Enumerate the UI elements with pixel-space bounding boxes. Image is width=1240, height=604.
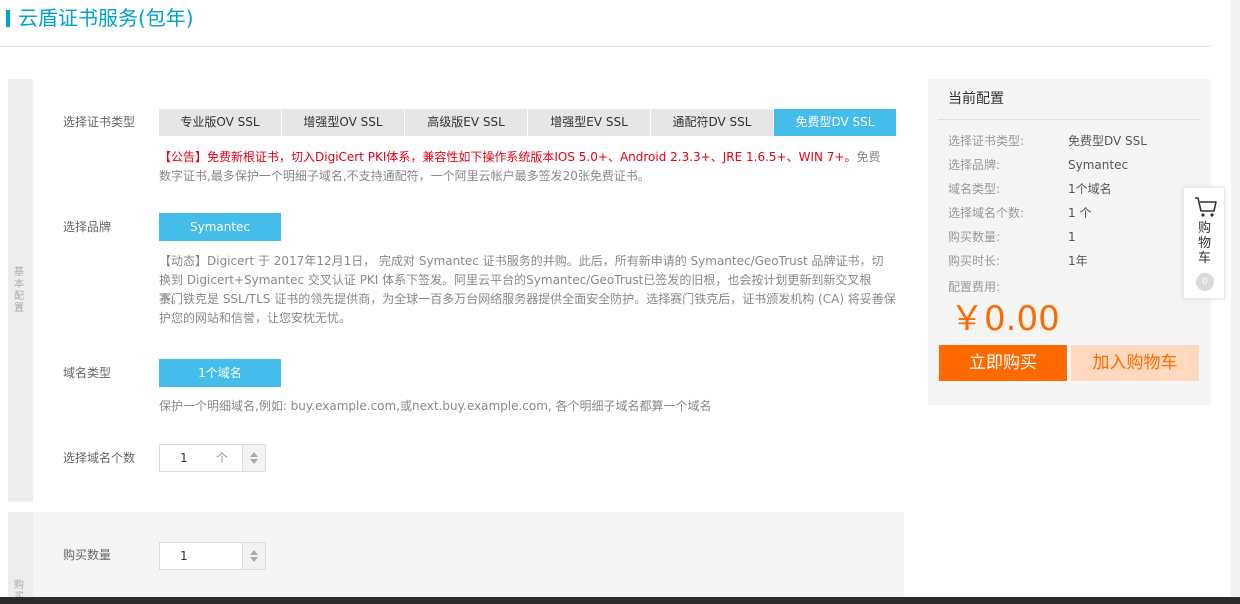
quantity-spinner (242, 543, 265, 569)
increment-arrow-icon[interactable] (250, 452, 258, 457)
domain-type-label: 域名类型 (63, 366, 112, 380)
cart-count-badge: 0 (1196, 273, 1214, 291)
fee-label: 配置费用: (948, 280, 1001, 294)
cert-type-option[interactable]: 通配符DV SSL (651, 109, 773, 136)
cert-type-option[interactable]: 增强型OV SSL (282, 109, 404, 136)
summary-row: 选择品牌: Symantec (948, 155, 1208, 175)
summary-row: 购买时长: 1年 (948, 251, 1208, 271)
domain-type-description: 保护一个明细域名,例如: buy.example.com,或next.buy.e… (159, 399, 712, 413)
cert-type-option[interactable]: 专业版OV SSL (159, 109, 281, 136)
right-scroll-gutter (1231, 0, 1240, 604)
domain-type-option-single[interactable]: 1个域名 (159, 359, 281, 387)
summary-value: 1个域名 (1068, 182, 1112, 196)
domain-count-label: 选择域名个数 (63, 451, 136, 465)
domain-count-input[interactable] (160, 445, 242, 471)
cart-icon (1194, 196, 1218, 222)
summary-row: 配置费用: (948, 277, 1208, 297)
purchase-section: 购买量 (8, 512, 904, 604)
domain-count-unit: 个 (216, 451, 229, 465)
section-side-rail: 基本配置 (8, 79, 33, 502)
summary-key: 选择品牌: (948, 158, 1001, 172)
page-title: 云盾证书服务(包年) (18, 6, 194, 30)
summary-key: 选择证书类型: (948, 134, 1025, 148)
summary-key: 域名类型: (948, 182, 1001, 196)
add-to-cart-button[interactable]: 加入购物车 (1071, 345, 1199, 381)
current-config-panel: 当前配置 选择证书类型: 免费型DV SSL 选择品牌: Symantec 域名… (928, 79, 1211, 405)
quantity-input[interactable] (160, 543, 242, 569)
config-price: ￥0.00 (950, 299, 1060, 339)
brand-description: 赛门铁克是 SSL/TLS 证书的领先提供商，为全球一百多万台网络服务器提供全面… (159, 292, 896, 325)
summary-key: 选择域名个数: (948, 206, 1025, 220)
summary-divider (938, 119, 1201, 120)
decrement-arrow-icon[interactable] (250, 557, 258, 562)
brand-option-symantec[interactable]: Symantec (159, 213, 281, 241)
cert-type-option[interactable]: 高级版EV SSL (405, 109, 527, 136)
brand-label: 选择品牌 (63, 220, 112, 234)
summary-value: 免费型DV SSL (1068, 134, 1147, 148)
quantity-stepper (159, 542, 266, 570)
summary-row: 购买数量: 1 (948, 227, 1208, 247)
summary-value: 1 (1068, 230, 1076, 244)
floating-cart[interactable]: 购物车 0 (1183, 187, 1225, 299)
domain-count-spinner (242, 445, 265, 471)
domain-count-stepper: 个 (159, 444, 266, 472)
cert-type-option-selected[interactable]: 免费型DV SSL (774, 109, 896, 136)
summary-row: 选择证书类型: 免费型DV SSL (948, 131, 1208, 151)
quantity-label: 购买数量 (63, 548, 112, 562)
section-side-label: 基本配置 (14, 267, 24, 314)
page-header: 云盾证书服务(包年) (0, 0, 1212, 47)
buy-now-button[interactable]: 立即购买 (939, 345, 1067, 381)
title-accent-bar (6, 10, 10, 27)
cert-type-option[interactable]: 增强型EV SSL (528, 109, 650, 136)
cert-type-notice: 【公告】免费新根证书，切入DigiCert PKI体系，兼容性如下操作系统版本I… (159, 148, 891, 186)
notice-announcement: 【公告】免费新根证书，切入DigiCert PKI体系，兼容性如下操作系统版本I… (159, 150, 857, 164)
bottom-bar (0, 597, 1240, 604)
summary-title: 当前配置 (948, 91, 1004, 107)
summary-row: 域名类型: 1个域名 (948, 179, 1208, 199)
cert-type-label: 选择证书类型 (63, 115, 136, 129)
summary-value: Symantec (1068, 158, 1129, 172)
summary-value: 1年 (1068, 254, 1088, 268)
decrement-arrow-icon[interactable] (250, 459, 258, 464)
summary-row: 选择域名个数: 1 个 (948, 203, 1208, 223)
summary-key: 购买数量: (948, 230, 1001, 244)
cert-type-tabs: 专业版OV SSL 增强型OV SSL 高级版EV SSL 增强型EV SSL … (159, 109, 897, 136)
increment-arrow-icon[interactable] (250, 550, 258, 555)
summary-value: 1 个 (1068, 206, 1092, 220)
cart-label: 购物车 (1198, 221, 1212, 266)
summary-key: 购买时长: (948, 254, 1001, 268)
section-side-rail: 购买量 (8, 512, 33, 604)
